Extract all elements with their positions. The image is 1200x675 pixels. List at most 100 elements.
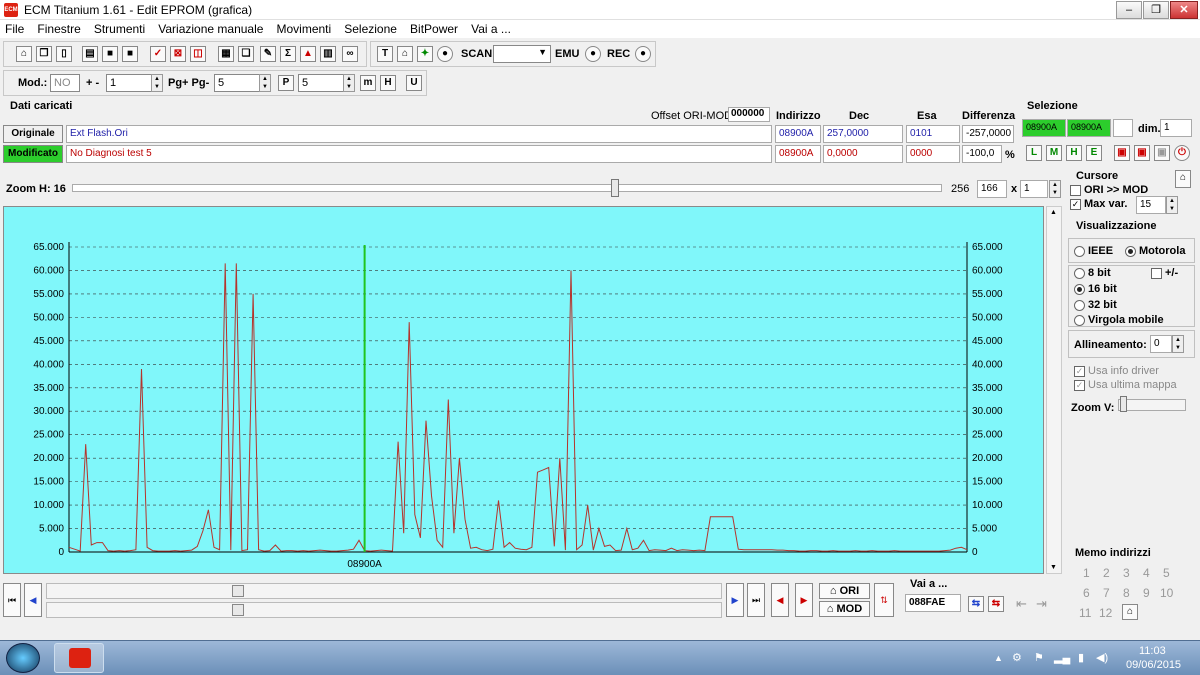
paste-selection-icon[interactable]: ▣ <box>1134 145 1150 161</box>
chart-vscroll[interactable]: ▲ ▼ <box>1046 206 1062 574</box>
memo-lock-icon[interactable]: ⌂ <box>1122 604 1138 620</box>
goto-ori-icon[interactable]: ⇆ <box>968 596 984 612</box>
tray-signal-icon[interactable]: ▂▄ <box>1054 651 1070 664</box>
menu-finestre[interactable]: Finestre <box>32 20 85 38</box>
select-height-icon[interactable]: H <box>1066 145 1082 161</box>
u-icon[interactable]: U <box>406 75 422 91</box>
lock-icon[interactable]: ⌂ <box>397 46 413 62</box>
plusminus-stepper[interactable]: ▲ ▼ <box>151 74 163 92</box>
memo-2[interactable]: 2 <box>1103 566 1110 580</box>
mod-hscroll[interactable] <box>46 602 722 618</box>
chart-icon[interactable]: ▥ <box>320 46 336 62</box>
modificato-esa[interactable]: 0000 <box>906 145 960 163</box>
select-start-icon[interactable]: L <box>1026 145 1042 161</box>
lock-icon[interactable]: ⌂ <box>1175 170 1191 188</box>
record-dot-icon[interactable]: ● <box>437 46 453 62</box>
chevron-up-icon[interactable]: ▲ <box>1050 209 1057 216</box>
compare-icon[interactable]: ⊠ <box>170 46 186 62</box>
memo-11[interactable]: 11 <box>1079 606 1091 620</box>
ieee-radio[interactable] <box>1074 246 1085 257</box>
ori-hscroll[interactable] <box>46 583 722 599</box>
zoom-h-thumb[interactable] <box>611 179 619 197</box>
zoom-h-slider[interactable] <box>72 184 942 192</box>
next-diff-icon[interactable]: ▶ <box>795 583 813 617</box>
ori-mod-checkbox[interactable] <box>1070 185 1081 196</box>
allineamento-stepper[interactable]: ▲ ▼ <box>1172 335 1184 353</box>
memo-4[interactable]: 4 <box>1143 566 1150 580</box>
scan-select[interactable]: ▼ <box>493 45 551 63</box>
data-chart[interactable]: 0 0 5.000 5.000 10.000 10.000 15.000 15.000 20.0… <box>4 207 1043 573</box>
close-button[interactable]: ✕ <box>1170 1 1198 19</box>
first-page-icon[interactable]: ⏮ <box>3 583 21 617</box>
ori-button[interactable]: ⌂ ORI <box>819 583 870 599</box>
emu-dot-icon[interactable]: ● <box>585 46 601 62</box>
start-button[interactable] <box>6 643 40 673</box>
select-range-icon[interactable]: M <box>1046 145 1062 161</box>
modificato-label[interactable]: Modificato <box>3 145 63 163</box>
menu-movimenti[interactable]: Movimenti <box>272 20 337 38</box>
tray-volume-icon[interactable]: ◀) <box>1096 651 1108 664</box>
max-var-field[interactable]: 15 <box>1136 196 1166 214</box>
bit32-radio[interactable] <box>1074 300 1085 311</box>
memo-3[interactable]: 3 <box>1123 566 1130 580</box>
menu-vai-a[interactable]: Vai a ... <box>466 20 516 38</box>
memo-7[interactable]: 7 <box>1103 586 1110 600</box>
zoom-mult-field[interactable]: 1 <box>1020 180 1048 198</box>
max-var-checkbox[interactable]: ✓ <box>1070 199 1081 210</box>
copy-icon[interactable]: ❏ <box>238 46 254 62</box>
tray-flag-icon[interactable]: ⚑ <box>1034 651 1044 664</box>
menu-selezione[interactable]: Selezione <box>339 20 402 38</box>
checksum-icon[interactable]: ✓ <box>150 46 166 62</box>
tray-network-icon[interactable]: ⚙ <box>1012 651 1022 664</box>
vai-a-field[interactable]: 088FAE <box>905 594 961 612</box>
motorola-radio[interactable] <box>1125 246 1136 257</box>
select-end-icon[interactable]: E <box>1086 145 1102 161</box>
tray-battery-icon[interactable]: ▮ <box>1078 651 1084 664</box>
swap-icon[interactable]: ⇅ <box>874 583 894 617</box>
sum-icon[interactable]: Σ <box>280 46 296 62</box>
mod-button[interactable]: ⌂ MOD <box>819 601 870 617</box>
chart-area[interactable]: 0 0 5.000 5.000 10.000 10.000 15.000 15.000 20.0… <box>3 206 1044 574</box>
paint-icon[interactable]: ▲ <box>300 46 316 62</box>
m-icon[interactable]: m <box>360 75 376 91</box>
minimize-button[interactable]: – <box>1116 1 1142 19</box>
copy-selection-icon[interactable]: ▣ <box>1114 145 1130 161</box>
menu-bitpower[interactable]: BitPower <box>405 20 463 38</box>
pg-field[interactable]: 5 <box>214 74 260 92</box>
memo-12[interactable]: 12 <box>1099 606 1112 620</box>
home-icon[interactable]: ⌂ <box>16 46 32 62</box>
zoom-cur-field[interactable]: 166 <box>977 180 1007 198</box>
last-page-icon[interactable]: ⏭ <box>747 583 765 617</box>
memo-1[interactable]: 1 <box>1083 566 1090 580</box>
next-page-icon[interactable]: ▶ <box>726 583 744 617</box>
clock-date[interactable]: 09/06/2015 <box>1126 659 1181 671</box>
memo-8[interactable]: 8 <box>1123 586 1130 600</box>
save-icon[interactable]: ■ <box>102 46 118 62</box>
calculator-icon[interactable]: ▦ <box>218 46 234 62</box>
open-folder-icon[interactable]: ▤ <box>82 46 98 62</box>
taskbar-ecm-button[interactable] <box>54 643 104 673</box>
pages-icon[interactable]: ▯ <box>56 46 72 62</box>
originale-esa[interactable]: 0101 <box>906 125 960 143</box>
p-icon[interactable]: P <box>278 75 294 91</box>
ori-hscroll-thumb[interactable] <box>232 585 244 597</box>
windows-icon[interactable]: ❐ <box>36 46 52 62</box>
binoculars-icon[interactable]: ∞ <box>342 46 358 62</box>
clock-time[interactable]: 11:03 <box>1139 645 1166 657</box>
map-icon[interactable]: ◫ <box>190 46 206 62</box>
tray-chevron-icon[interactable]: ▲ <box>994 653 1003 663</box>
modificato-dec[interactable]: 0,0000 <box>823 145 903 163</box>
chevron-down-icon[interactable]: ▼ <box>1050 564 1057 571</box>
virgola-radio[interactable] <box>1074 315 1085 326</box>
dim-field[interactable]: 1 <box>1160 119 1192 137</box>
menu-variazione-manuale[interactable]: Variazione manuale <box>153 20 268 38</box>
mod-field[interactable]: NO <box>50 74 80 92</box>
bit16-radio[interactable] <box>1074 284 1085 295</box>
maximize-button[interactable]: ❐ <box>1143 1 1169 19</box>
rec-dot-icon[interactable]: ● <box>635 46 651 62</box>
zoom-v-slider[interactable] <box>1118 399 1186 411</box>
goto-mod-icon[interactable]: ⇆ <box>988 596 1004 612</box>
max-var-stepper[interactable]: ▲ ▼ <box>1166 196 1178 214</box>
filter-icon[interactable]: T <box>377 46 393 62</box>
plusminus-field[interactable]: 1 <box>106 74 152 92</box>
